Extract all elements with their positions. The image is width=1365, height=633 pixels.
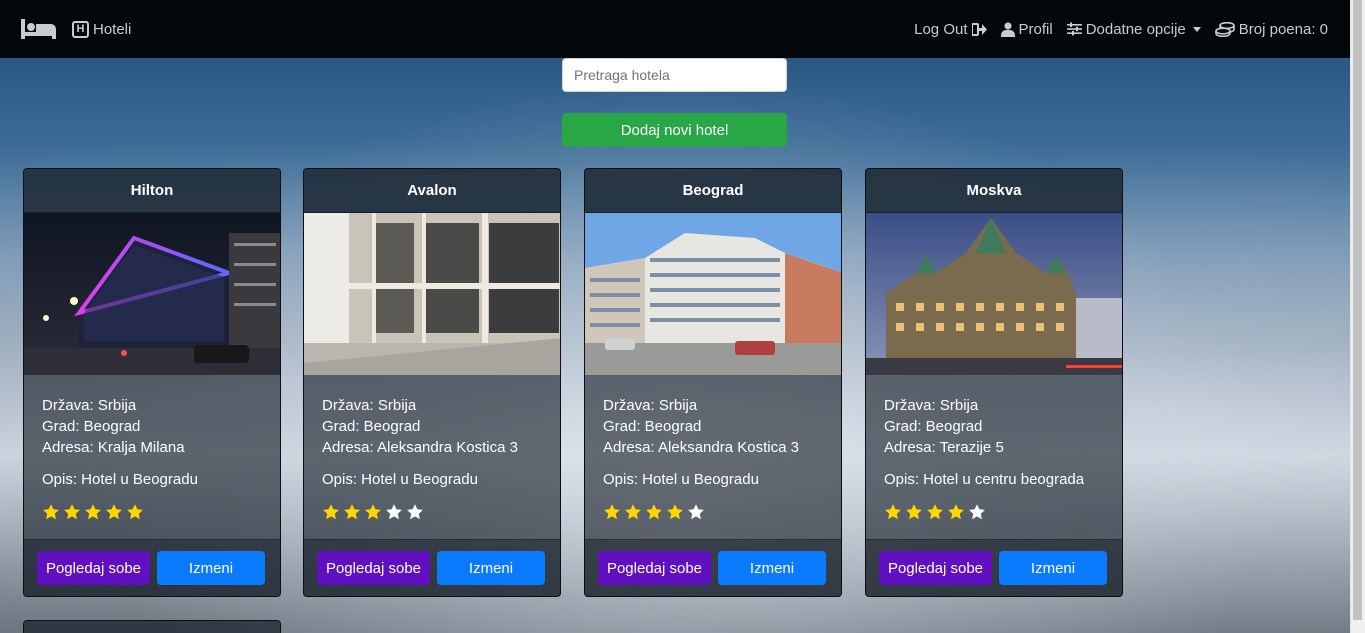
hotel-card: Hilton Država: Srbija Grad: Beograd Adre…: [23, 168, 281, 597]
star-filled-icon: [365, 504, 381, 520]
star-empty-icon: [969, 504, 985, 520]
hotel-card: Beograd Država: Srbija Grad: Beograd Adr…: [584, 168, 842, 597]
hotel-name: Avalon: [304, 169, 560, 213]
edit-hotel-button[interactable]: Izmeni: [157, 551, 265, 585]
star-filled-icon: [64, 504, 80, 520]
view-rooms-button[interactable]: Pogledaj sobe: [317, 551, 430, 585]
nav-right-group: Log Out Profil Dodatne opcije Broj poena…: [914, 21, 1328, 38]
star-filled-icon: [106, 504, 122, 520]
hotel-address: Adresa: Kralja Milana: [42, 439, 185, 456]
nav-points-label: Broj poena: 0: [1238, 20, 1328, 38]
star-filled-icon: [667, 504, 683, 520]
hotel-description: Opis: Hotel u Beogradu: [603, 471, 759, 488]
hotel-image: [866, 213, 1122, 375]
hotel-details: Država: Srbija Grad: Beograd Adresa: Kra…: [24, 375, 280, 522]
star-empty-icon: [688, 504, 704, 520]
hotel-description: Opis: Hotel u Beogradu: [322, 471, 478, 488]
bed-icon[interactable]: [20, 17, 58, 41]
edit-hotel-button[interactable]: Izmeni: [718, 551, 826, 585]
hotel-city: Grad: Beograd: [322, 418, 421, 435]
star-filled-icon: [85, 504, 101, 520]
chevron-down-icon: [1192, 26, 1201, 32]
view-rooms-button[interactable]: Pogledaj sobe: [37, 551, 150, 585]
nav-logout-label: Log Out: [914, 20, 968, 38]
hotel-city: Grad: Beograd: [884, 418, 983, 435]
hotel-address: Adresa: Aleksandra Kostica 3: [322, 439, 518, 456]
hotel-address: Adresa: Aleksandra Kostica 3: [603, 439, 799, 456]
hotel-image: [304, 213, 560, 375]
hotel-details: Država: Srbija Grad: Beograd Adresa: Ale…: [585, 375, 841, 522]
star-filled-icon: [948, 504, 964, 520]
hotel-name: Moskva: [866, 169, 1122, 213]
hotel-city: Grad: Beograd: [603, 418, 702, 435]
view-rooms-button[interactable]: Pogledaj sobe: [879, 551, 992, 585]
hotel-rating: [603, 502, 823, 522]
nav-hotels-link[interactable]: H Hoteli: [72, 20, 132, 38]
nav-options-dropdown[interactable]: Dodatne opcije: [1066, 20, 1201, 38]
add-hotel-button[interactable]: Dodaj novi hotel: [562, 113, 787, 147]
top-navbar: H Hoteli Log Out Profil Dodatne opcije B…: [0, 0, 1350, 58]
nav-points: Broj poena: 0: [1214, 20, 1328, 38]
view-rooms-button[interactable]: Pogledaj sobe: [598, 551, 711, 585]
coins-icon: [1214, 21, 1235, 37]
nav-options-label: Dodatne opcije: [1085, 20, 1186, 38]
hotel-rating: [322, 502, 542, 522]
star-filled-icon: [127, 504, 143, 520]
sign-out-icon: [971, 22, 987, 36]
hotel-details: Država: Srbija Grad: Beograd Adresa: Ale…: [304, 375, 560, 522]
star-filled-icon: [625, 504, 641, 520]
hotel-country: Država: Srbija: [322, 397, 417, 414]
star-filled-icon: [323, 504, 339, 520]
hotel-search-input[interactable]: [562, 58, 787, 92]
hotel-description: Opis: Hotel u Beogradu: [42, 471, 198, 488]
hotel-address: Adresa: Terazije 5: [884, 439, 1004, 456]
star-empty-icon: [407, 504, 423, 520]
star-filled-icon: [604, 504, 620, 520]
hotel-city: Grad: Beograd: [42, 418, 141, 435]
page-scrollbar[interactable]: [1350, 0, 1365, 633]
hotel-rating: [42, 502, 262, 522]
star-filled-icon: [927, 504, 943, 520]
user-icon: [1000, 21, 1015, 37]
hotel-card: Moskva Država: Srbija Grad: Beograd Adre…: [865, 168, 1123, 597]
hotel-card-footer: Pogledaj sobe Izmeni: [866, 539, 1122, 596]
hotel-card-partial: [23, 620, 281, 633]
star-filled-icon: [885, 504, 901, 520]
star-empty-icon: [386, 504, 402, 520]
hotel-card: Avalon Država: Srbija Grad: Beograd Adre…: [303, 168, 561, 597]
hotel-details: Država: Srbija Grad: Beograd Adresa: Ter…: [866, 375, 1122, 522]
nav-profile-label: Profil: [1018, 20, 1053, 38]
hotel-image: [24, 213, 280, 375]
edit-hotel-button[interactable]: Izmeni: [437, 551, 545, 585]
star-filled-icon: [344, 504, 360, 520]
scrollbar-thumb[interactable]: [1353, 0, 1362, 620]
hotel-card-footer: Pogledaj sobe Izmeni: [585, 539, 841, 596]
star-filled-icon: [906, 504, 922, 520]
h-square-icon: H: [72, 20, 89, 38]
hotel-card-footer: Pogledaj sobe Izmeni: [24, 539, 280, 596]
hotel-name: Hilton: [24, 169, 280, 213]
hotel-rating: [884, 502, 1104, 522]
hotel-card-footer: Pogledaj sobe Izmeni: [304, 539, 560, 596]
hotel-image: [585, 213, 841, 375]
hotel-country: Država: Srbija: [884, 397, 979, 414]
nav-logout-link[interactable]: Log Out: [914, 20, 987, 38]
hotel-name: Beograd: [585, 169, 841, 213]
sliders-icon: [1066, 22, 1082, 36]
hotel-country: Država: Srbija: [42, 397, 137, 414]
star-filled-icon: [646, 504, 662, 520]
hotel-description: Opis: Hotel u centru beograda: [884, 471, 1085, 488]
edit-hotel-button[interactable]: Izmeni: [999, 551, 1107, 585]
nav-profile-link[interactable]: Profil: [1000, 20, 1053, 38]
nav-hotels-label: Hoteli: [93, 20, 132, 38]
hotel-country: Država: Srbija: [603, 397, 698, 414]
star-filled-icon: [43, 504, 59, 520]
